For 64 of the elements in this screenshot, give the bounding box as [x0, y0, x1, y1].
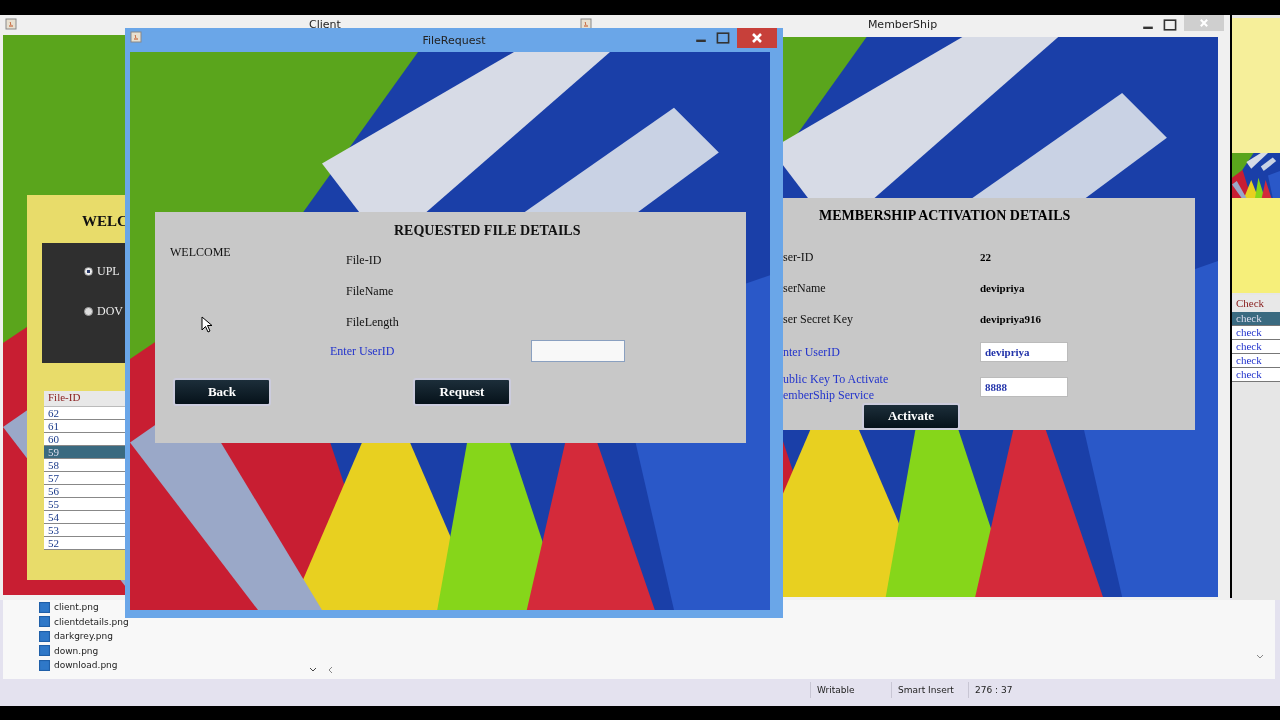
- field-label: serName: [783, 280, 827, 297]
- table-row[interactable]: 61: [44, 420, 126, 433]
- table-row[interactable]: 52: [44, 537, 126, 550]
- table-row[interactable]: check: [1232, 368, 1280, 382]
- table-row[interactable]: 59: [44, 446, 126, 459]
- window-title: FileRequest: [422, 33, 486, 47]
- radio-option[interactable]: DOV: [84, 304, 123, 319]
- panel-heading: MEMBERSHIP ACTIVATION DETAILS: [819, 208, 1071, 224]
- image-file-icon: [39, 645, 50, 657]
- panel-heading: REQUESTED FILE DETAILS: [394, 223, 582, 239]
- image-file-icon: [39, 630, 50, 642]
- column-header[interactable]: File-ID: [44, 391, 126, 407]
- table-row[interactable]: 56: [44, 485, 126, 498]
- field-value: devipriya: [980, 282, 1025, 295]
- input-field[interactable]: devipriya: [980, 342, 1068, 363]
- welcome-text: WELCOME: [170, 245, 231, 260]
- table-row[interactable]: 58: [44, 459, 126, 472]
- image-file-icon: [39, 616, 50, 628]
- field-label: File-ID: [346, 253, 383, 268]
- table-row[interactable]: check: [1232, 312, 1280, 326]
- field-value: devipriya916: [980, 313, 1042, 326]
- image-file-icon: [39, 659, 50, 671]
- activate-button[interactable]: Activate: [862, 402, 960, 430]
- field-label: ser Secret Key: [783, 311, 854, 328]
- window-title: MemberShip: [867, 17, 938, 31]
- field-label: Enter UserID: [330, 343, 396, 359]
- image-file-icon: [39, 601, 50, 613]
- table-row[interactable]: 55: [44, 498, 126, 511]
- table-row[interactable]: 54: [44, 511, 126, 524]
- action-button[interactable]: Request: [413, 378, 511, 406]
- java-app-icon: [130, 31, 142, 43]
- field-label: nter UserID: [783, 344, 841, 361]
- field-value: 22: [980, 251, 991, 264]
- file-name[interactable]: clientdetails.png: [54, 616, 129, 627]
- maximize-icon[interactable]: [715, 30, 731, 46]
- panel-heading: WELC: [82, 213, 128, 230]
- field-label: ublic Key To Activate emberShip Service: [783, 371, 890, 404]
- file-name[interactable]: down.png: [54, 645, 99, 656]
- table-row[interactable]: check: [1232, 354, 1280, 368]
- table-row[interactable]: 60: [44, 433, 126, 446]
- action-button[interactable]: Back: [173, 378, 271, 406]
- file-name[interactable]: darkgrey.png: [54, 631, 113, 642]
- table-row[interactable]: 57: [44, 472, 126, 485]
- table-row[interactable]: check: [1232, 340, 1280, 354]
- field-label: FileName: [346, 284, 395, 299]
- input-field[interactable]: 8888: [980, 377, 1068, 398]
- table-row[interactable]: 53: [44, 524, 126, 537]
- java-app-icon: [580, 18, 592, 30]
- radio-option[interactable]: UPL: [84, 264, 120, 279]
- field-label: FileLength: [346, 315, 400, 330]
- file-name[interactable]: download.png: [54, 660, 118, 671]
- java-app-icon: [5, 18, 17, 30]
- window-title: Client: [309, 17, 341, 31]
- status-text: Writable: [810, 682, 891, 698]
- maximize-icon[interactable]: [1162, 17, 1178, 33]
- input-field[interactable]: [531, 340, 625, 362]
- table-row[interactable]: 62: [44, 407, 126, 420]
- table-row[interactable]: check: [1232, 326, 1280, 340]
- pointer-icon: [201, 316, 213, 334]
- status-text: Smart Insert: [891, 682, 968, 698]
- close-icon[interactable]: [737, 28, 777, 48]
- status-text: 276 : 37: [968, 682, 1021, 698]
- file-name[interactable]: client.png: [54, 602, 99, 613]
- field-label: ser-ID: [783, 249, 815, 266]
